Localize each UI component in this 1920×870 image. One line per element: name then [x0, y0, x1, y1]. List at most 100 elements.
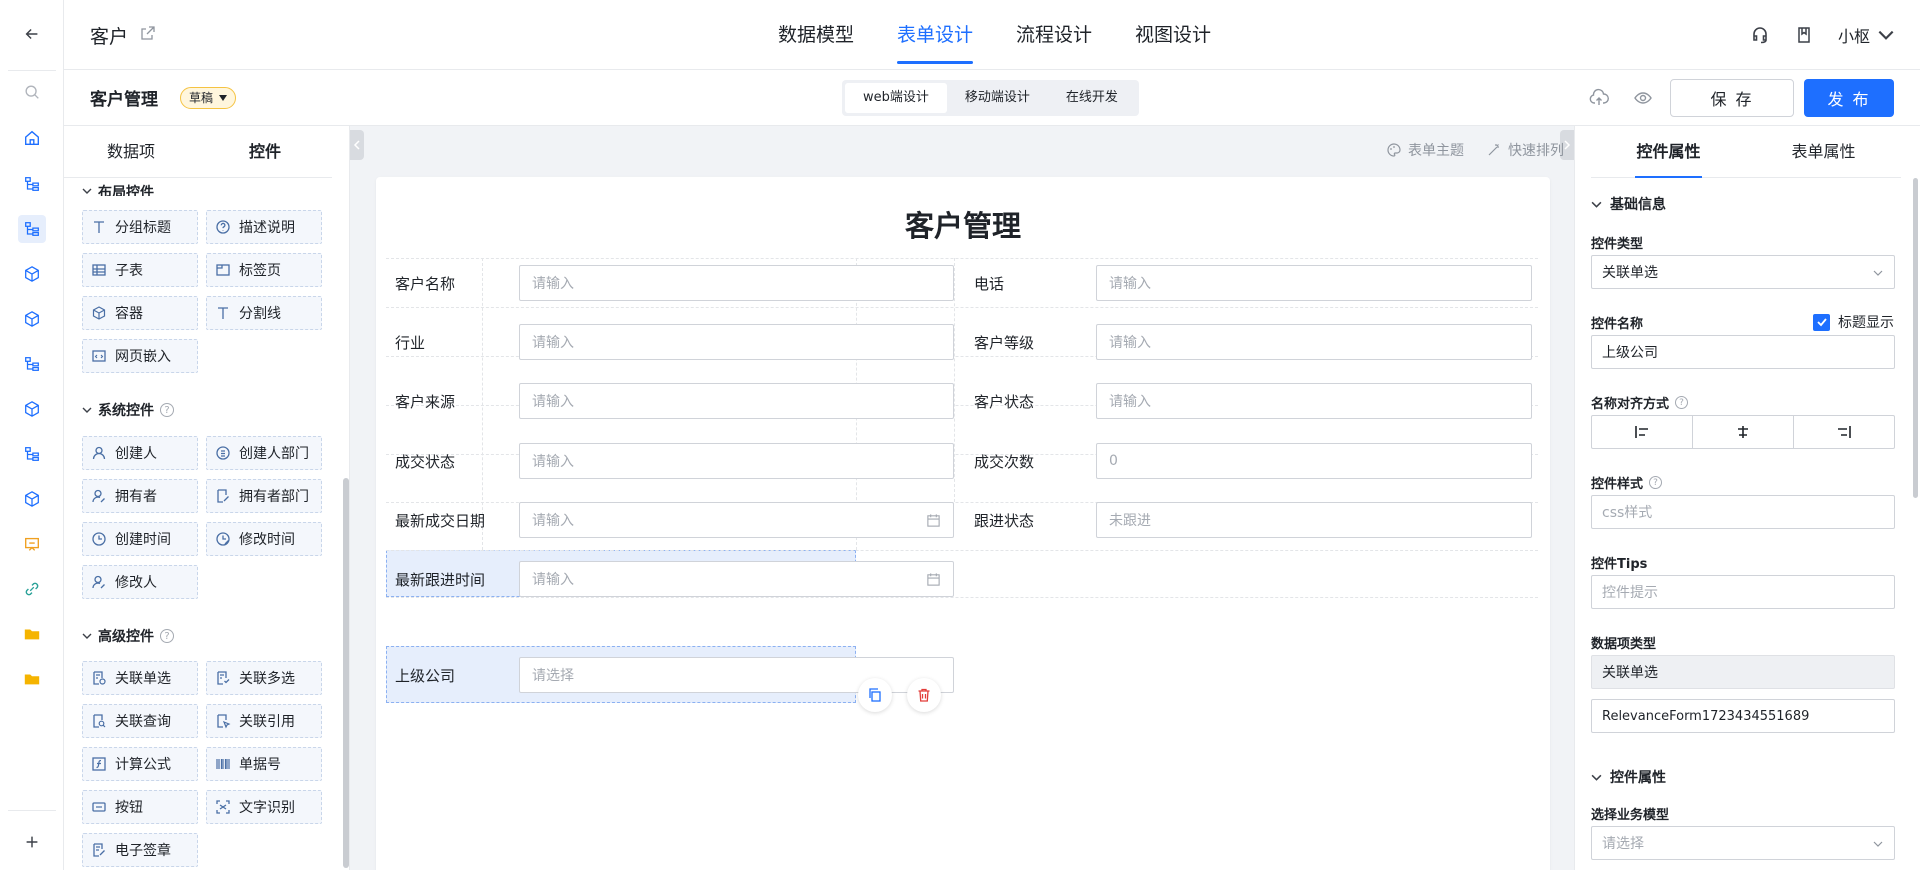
- follow-status-input[interactable]: 未跟进: [1096, 502, 1532, 538]
- align-right-button[interactable]: [1794, 416, 1894, 448]
- back-arrow-icon[interactable]: [18, 20, 46, 48]
- latest-follow-time-input[interactable]: 请输入: [519, 561, 954, 597]
- mode-online-dev[interactable]: 在线开发: [1048, 83, 1136, 113]
- tree-active-icon[interactable]: [18, 215, 46, 243]
- control-owner-dept[interactable]: 拥有者部门: [206, 479, 322, 513]
- control-relation-ref[interactable]: 关联引用: [206, 704, 322, 738]
- cube-icon-2[interactable]: [18, 305, 46, 333]
- control-web-embed[interactable]: 网页嵌入: [82, 339, 198, 373]
- control-label: 创建人部门: [239, 446, 309, 462]
- align-left-button[interactable]: [1592, 416, 1693, 448]
- control-type-select[interactable]: 关联单选: [1591, 255, 1895, 289]
- tree-icon-3[interactable]: [18, 440, 46, 468]
- basic-info-header[interactable]: 基础信息: [1591, 194, 1666, 214]
- industry-input[interactable]: 请输入: [519, 324, 954, 360]
- quick-arrange-button[interactable]: 快速排列: [1486, 140, 1564, 160]
- cube-icon[interactable]: [18, 260, 46, 288]
- show-title-checkbox[interactable]: 标题显示: [1813, 312, 1894, 332]
- control-relation-multi[interactable]: 关联多选: [206, 661, 322, 695]
- link-icon[interactable]: [18, 575, 46, 603]
- control-description[interactable]: 描述说明: [206, 210, 322, 244]
- deal-count-input[interactable]: 0: [1096, 443, 1532, 479]
- control-group-title[interactable]: 分组标题: [82, 210, 198, 244]
- status-badge[interactable]: 草稿: [180, 87, 237, 109]
- control-button[interactable]: 按钮: [82, 790, 198, 824]
- deal-status-input[interactable]: 请输入: [519, 443, 954, 479]
- control-name-input[interactable]: 上级公司: [1591, 335, 1895, 369]
- tree-icon-2[interactable]: [18, 350, 46, 378]
- publish-button[interactable]: 发 布: [1804, 79, 1894, 117]
- cloud-upload-icon[interactable]: [1582, 78, 1616, 118]
- folder-icon[interactable]: [18, 620, 46, 648]
- tab-form-properties[interactable]: 表单属性: [1746, 126, 1901, 177]
- control-relation-single[interactable]: 关联单选: [82, 661, 198, 695]
- align-center-button[interactable]: [1693, 416, 1794, 448]
- tab-view-design[interactable]: 视图设计: [1135, 0, 1211, 70]
- control-tabs[interactable]: 标签页: [206, 253, 322, 287]
- control-label: 关联多选: [239, 671, 295, 687]
- control-owner[interactable]: 拥有者: [82, 479, 198, 513]
- tab-controls[interactable]: 控件: [198, 126, 332, 177]
- control-props-header[interactable]: 控件属性: [1591, 767, 1666, 787]
- tab-data-model[interactable]: 数据模型: [778, 0, 854, 70]
- control-container[interactable]: 容器: [82, 296, 198, 330]
- control-label: 拥有者: [115, 489, 157, 505]
- mode-mobile[interactable]: 移动端设计: [947, 83, 1048, 113]
- control-ocr[interactable]: 文字识别: [206, 790, 322, 824]
- delete-field-button[interactable]: [907, 678, 941, 712]
- advanced-controls-header[interactable]: 高级控件 ?: [82, 626, 174, 646]
- folder-icon-2[interactable]: [18, 665, 46, 693]
- latest-deal-date-input[interactable]: 请输入: [519, 502, 954, 538]
- tab-data-items[interactable]: 数据项: [64, 126, 198, 177]
- copy-field-button[interactable]: [858, 678, 892, 712]
- cube-icon-3[interactable]: [18, 395, 46, 423]
- save-button[interactable]: 保 存: [1670, 79, 1794, 117]
- system-controls-header[interactable]: 系统控件 ?: [82, 400, 174, 420]
- user-menu[interactable]: 小枢: [1838, 23, 1896, 47]
- help-icon[interactable]: ?: [160, 403, 174, 417]
- layout-controls-header[interactable]: 布局控件: [82, 182, 154, 196]
- field-label-latest-deal-date: 最新成交日期: [395, 512, 486, 530]
- collapse-left-button[interactable]: [350, 130, 364, 160]
- control-tips-input[interactable]: 控件提示: [1591, 575, 1895, 609]
- customer-name-input[interactable]: 请输入: [519, 265, 954, 301]
- business-model-select[interactable]: 请选择: [1591, 826, 1895, 860]
- phone-input[interactable]: 请输入: [1096, 265, 1532, 301]
- tab-control-properties[interactable]: 控件属性: [1591, 126, 1746, 178]
- control-style-input[interactable]: css样式: [1591, 495, 1895, 529]
- control-doc-number[interactable]: 单据号: [206, 747, 322, 781]
- tab-form-design[interactable]: 表单设计: [897, 0, 974, 70]
- customer-level-input[interactable]: 请输入: [1096, 324, 1532, 360]
- form-theme-button[interactable]: 表单主题: [1386, 140, 1464, 160]
- mode-web[interactable]: web端设计: [845, 83, 947, 113]
- external-link-icon[interactable]: [140, 25, 156, 41]
- home-icon[interactable]: [18, 124, 46, 152]
- control-relation-query[interactable]: 关联查询: [82, 704, 198, 738]
- help-icon[interactable]: ?: [160, 629, 174, 643]
- customer-source-input[interactable]: 请输入: [519, 383, 954, 419]
- control-formula[interactable]: 计算公式: [82, 747, 198, 781]
- control-modified-time[interactable]: 修改时间: [206, 522, 322, 556]
- customer-status-input[interactable]: 请输入: [1096, 383, 1532, 419]
- search-icon[interactable]: [18, 78, 46, 106]
- cube-icon-4[interactable]: [18, 485, 46, 513]
- data-code-field[interactable]: RelevanceForm1723434551689: [1591, 699, 1895, 733]
- add-icon[interactable]: [18, 828, 46, 856]
- properties-scrollbar[interactable]: [1913, 178, 1918, 498]
- control-created-time[interactable]: 创建时间: [82, 522, 198, 556]
- control-creator-dept[interactable]: 创建人部门: [206, 436, 322, 470]
- control-subtable[interactable]: 子表: [82, 253, 198, 287]
- component-panel-scrollbar[interactable]: [343, 478, 349, 868]
- control-divider[interactable]: 分割线: [206, 296, 322, 330]
- presentation-icon[interactable]: [18, 530, 46, 558]
- control-creator[interactable]: 创建人: [82, 436, 198, 470]
- tab-flow-design[interactable]: 流程设计: [1016, 0, 1092, 70]
- headset-icon[interactable]: [1750, 25, 1770, 45]
- control-e-signature[interactable]: 电子签章: [82, 833, 198, 867]
- help-icon[interactable]: ?: [1675, 396, 1689, 409]
- control-modifier[interactable]: 修改人: [82, 565, 198, 599]
- help-icon[interactable]: ?: [1649, 476, 1663, 489]
- tree-icon[interactable]: [18, 170, 46, 198]
- book-icon[interactable]: [1794, 25, 1814, 45]
- preview-eye-icon[interactable]: [1626, 78, 1660, 118]
